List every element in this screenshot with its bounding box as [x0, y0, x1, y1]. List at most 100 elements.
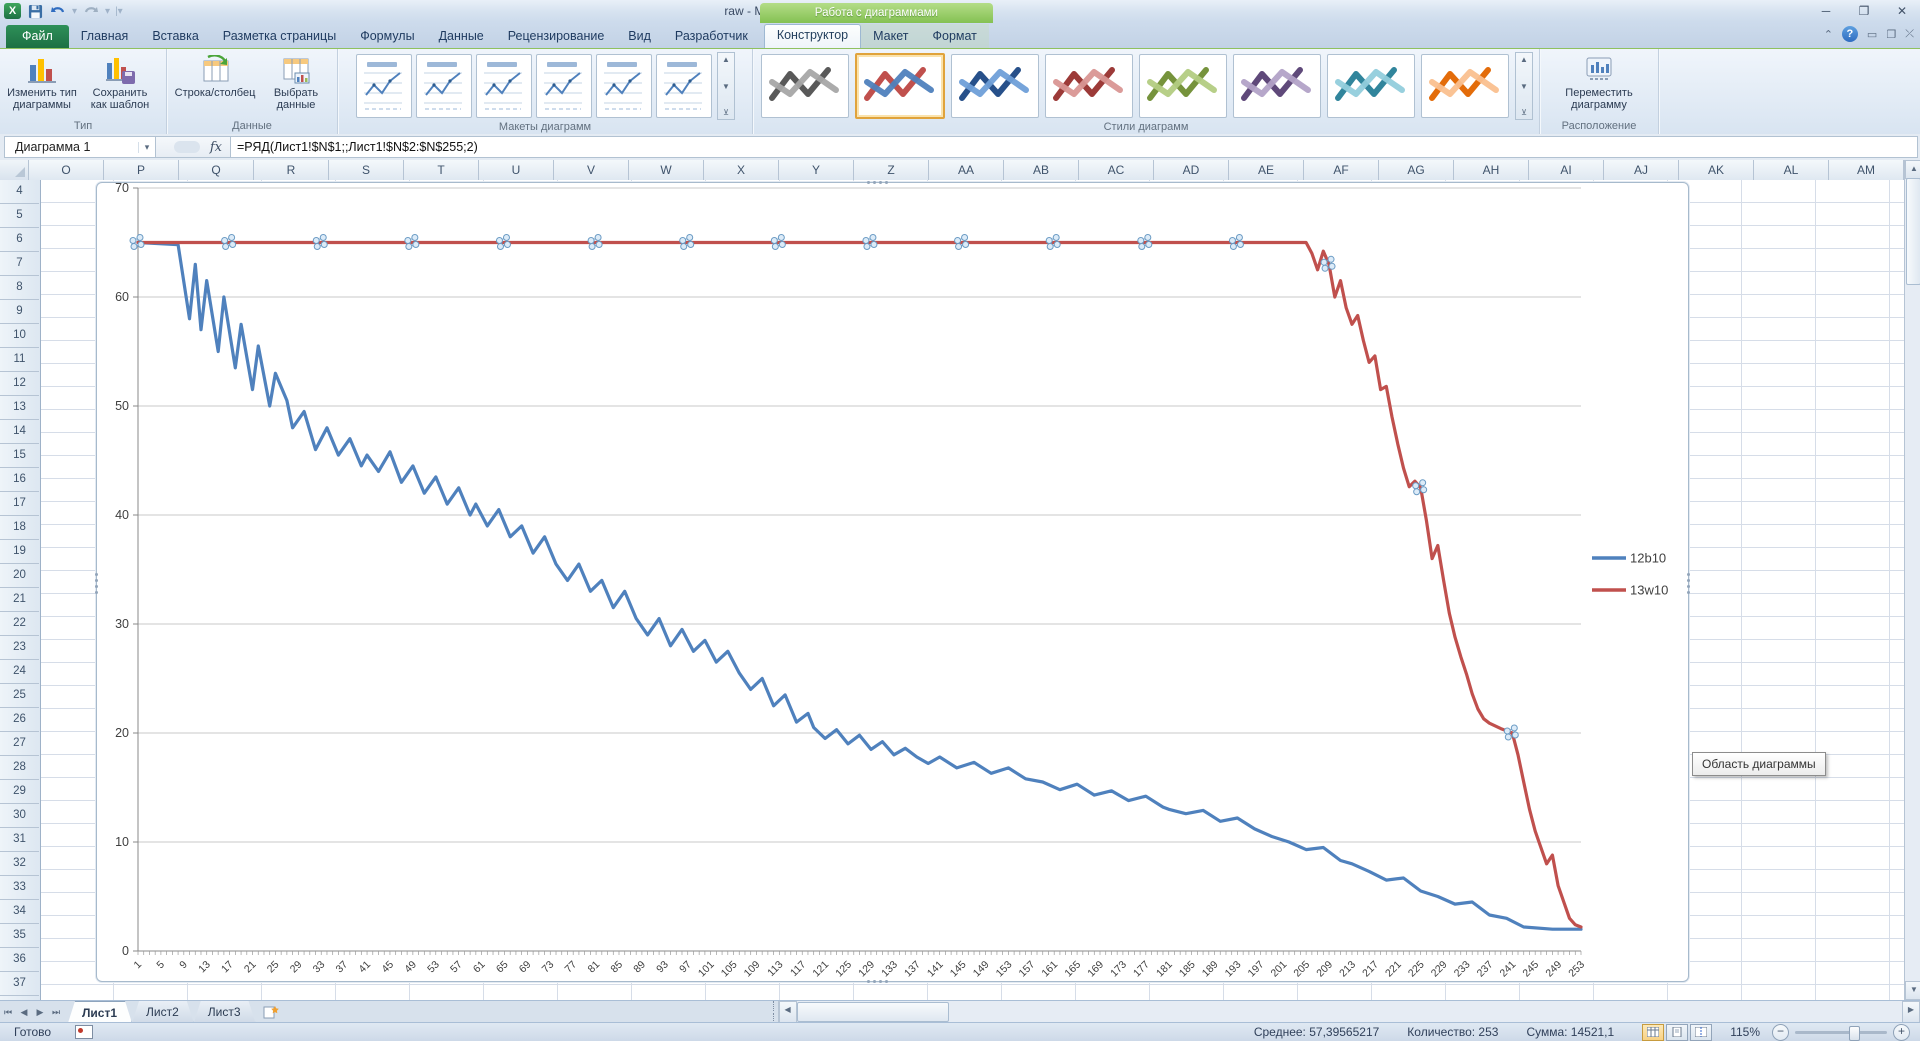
column-header-AE[interactable]: AE — [1229, 160, 1304, 180]
sheet-tab-Лист3[interactable]: Лист3 — [194, 1001, 256, 1023]
vertical-scroll-thumb[interactable] — [1906, 178, 1920, 285]
contextual-tab-3[interactable]: Формат — [921, 25, 989, 48]
contextual-tab-1[interactable]: Конструктор — [763, 24, 862, 48]
layout-gallery-scroll[interactable]: ▲ ▼ ⊻ — [717, 52, 735, 120]
workbook-restore-icon[interactable]: ❐ — [1886, 28, 1896, 41]
minimize-window-icon[interactable]: ─ — [1812, 2, 1840, 20]
scroll-up-icon[interactable]: ▲ — [1905, 160, 1920, 179]
row-header-34[interactable]: 34 — [0, 900, 39, 924]
column-header-AD[interactable]: AD — [1154, 160, 1229, 180]
row-header-22[interactable]: 22 — [0, 612, 39, 636]
chart-style-chip-6[interactable] — [1233, 54, 1321, 118]
row-header-20[interactable]: 20 — [0, 564, 39, 588]
tab-6[interactable]: Рецензирование — [496, 25, 617, 48]
change-chart-type-button[interactable]: Изменить тип диаграммы — [4, 53, 80, 119]
column-header-W[interactable]: W — [629, 160, 704, 180]
name-box[interactable]: Диаграмма 1 ▾ — [4, 136, 156, 158]
chart-layout-chip-6[interactable] — [656, 54, 712, 118]
scroll-left-icon[interactable]: ◀ — [778, 1001, 797, 1023]
column-header-R[interactable]: R — [254, 160, 329, 180]
column-header-U[interactable]: U — [479, 160, 554, 180]
tab-1[interactable]: Главная — [69, 25, 141, 48]
column-header-X[interactable]: X — [704, 160, 779, 180]
chart-style-chip-1[interactable] — [761, 54, 849, 118]
zoom-out-icon[interactable]: − — [1772, 1023, 1789, 1041]
column-header-AG[interactable]: AG — [1379, 160, 1454, 180]
chart-handle-bottom-icon[interactable] — [867, 980, 888, 983]
chart-style-chip-8[interactable] — [1421, 54, 1509, 118]
legend-label-13w10[interactable]: 13w10 — [1630, 583, 1668, 598]
column-header-AI[interactable]: AI — [1529, 160, 1604, 180]
vertical-scrollbar[interactable]: ▲ ▼ — [1904, 160, 1920, 1000]
zoom-slider[interactable] — [1795, 1025, 1887, 1041]
row-header-7[interactable]: 7 — [0, 252, 39, 276]
row-header-37[interactable]: 37 — [0, 972, 39, 996]
insert-worksheet-icon[interactable] — [256, 1001, 286, 1023]
style-gallery-scroll[interactable]: ▲ ▼ ⊻ — [1515, 52, 1533, 120]
row-header-24[interactable]: 24 — [0, 660, 39, 684]
chart-layout-chip-5[interactable] — [596, 54, 652, 118]
column-header-P[interactable]: P — [104, 160, 179, 180]
column-header-Q[interactable]: Q — [179, 160, 254, 180]
scroll-right-icon[interactable]: ▶ — [1902, 1001, 1920, 1023]
column-header-AL[interactable]: AL — [1754, 160, 1829, 180]
zoom-slider-thumb[interactable] — [1849, 1025, 1860, 1041]
select-all-corner[interactable] — [0, 160, 29, 180]
row-header-27[interactable]: 27 — [0, 732, 39, 756]
chart-handle-right-icon[interactable] — [1687, 573, 1690, 594]
row-header-12[interactable]: 12 — [0, 372, 39, 396]
view-page-layout-icon[interactable] — [1666, 1023, 1689, 1041]
column-header-V[interactable]: V — [554, 160, 629, 180]
next-sheet-icon[interactable]: ▶ — [32, 1001, 48, 1023]
row-header-35[interactable]: 35 — [0, 924, 39, 948]
sheet-tab-Лист2[interactable]: Лист2 — [132, 1001, 194, 1023]
workbook-minimize-icon[interactable]: ▭ — [1867, 28, 1877, 41]
prev-sheet-icon[interactable]: ◀ — [16, 1001, 32, 1023]
row-header-36[interactable]: 36 — [0, 948, 39, 972]
row-header-23[interactable]: 23 — [0, 636, 39, 660]
view-page-break-icon[interactable] — [1690, 1023, 1713, 1041]
column-header-AA[interactable]: AA — [929, 160, 1004, 180]
row-header-5[interactable]: 5 — [0, 204, 39, 228]
column-header-Y[interactable]: Y — [779, 160, 854, 180]
workbook-close-icon[interactable]: ⤫ — [1905, 28, 1914, 41]
row-header-29[interactable]: 29 — [0, 780, 39, 804]
collapse-ribbon-icon[interactable]: ⌃ — [1824, 28, 1833, 41]
column-header-AF[interactable]: AF — [1304, 160, 1379, 180]
row-header-18[interactable]: 18 — [0, 516, 39, 540]
row-header-11[interactable]: 11 — [0, 348, 39, 372]
row-header-30[interactable]: 30 — [0, 804, 39, 828]
horizontal-scroll-track[interactable] — [949, 1001, 1902, 1023]
select-data-button[interactable]: Выбрать данные — [261, 53, 331, 119]
save-as-template-button[interactable]: Сохранить как шаблон — [82, 53, 158, 119]
chart-area[interactable]: 0 10 20 30 40 50 60 70 1 5 9 13 17 21 25 29 33 37 41 45 49 53… — [95, 181, 1690, 983]
horizontal-scroll-thumb[interactable] — [796, 1002, 949, 1022]
row-header-10[interactable]: 10 — [0, 324, 39, 348]
switch-row-column-button[interactable]: Строка/столбец — [171, 53, 259, 119]
row-header-26[interactable]: 26 — [0, 708, 39, 732]
zoom-in-icon[interactable]: + — [1893, 1023, 1910, 1041]
move-chart-button[interactable]: Переместить диаграмму — [1554, 53, 1644, 119]
row-header-14[interactable]: 14 — [0, 420, 39, 444]
column-header-Z[interactable]: Z — [854, 160, 929, 180]
chart-layout-chip-1[interactable] — [356, 54, 412, 118]
row-header-32[interactable]: 32 — [0, 852, 39, 876]
chart-style-chip-7[interactable] — [1327, 54, 1415, 118]
series-line-13w10[interactable] — [136, 240, 1583, 929]
tab-4[interactable]: Формулы — [348, 25, 426, 48]
chart-style-chip-2[interactable] — [855, 53, 945, 119]
chart-style-chip-4[interactable] — [1045, 54, 1133, 118]
chart-handle-top-icon[interactable] — [867, 181, 888, 184]
row-header-6[interactable]: 6 — [0, 228, 39, 252]
row-header-28[interactable]: 28 — [0, 756, 39, 780]
row-header-9[interactable]: 9 — [0, 300, 39, 324]
zoom-level[interactable]: 115% — [1730, 1025, 1760, 1039]
horizontal-scrollbar[interactable]: ◀ ▶ — [777, 1001, 1920, 1023]
row-header-4[interactable]: 4 — [0, 180, 39, 204]
row-header-8[interactable]: 8 — [0, 276, 39, 300]
row-header-25[interactable]: 25 — [0, 684, 39, 708]
column-header-AB[interactable]: AB — [1004, 160, 1079, 180]
row-header-16[interactable]: 16 — [0, 468, 39, 492]
tab-2[interactable]: Вставка — [140, 25, 210, 48]
restore-window-icon[interactable]: ❐ — [1850, 2, 1878, 20]
